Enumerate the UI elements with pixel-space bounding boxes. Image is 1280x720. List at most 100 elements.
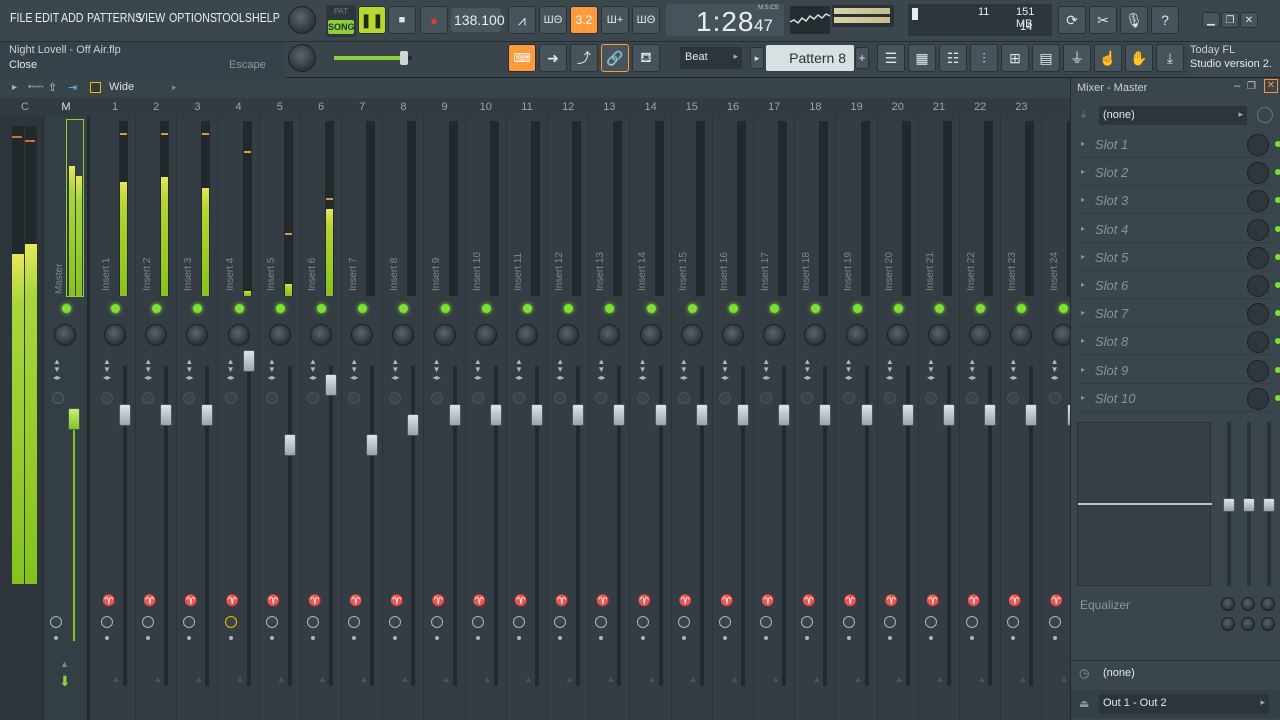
- input-selector[interactable]: ⏚ (none) ▸: [1075, 104, 1275, 128]
- view-mode-icon[interactable]: ⇥: [68, 81, 77, 94]
- insert-route-indicator-icon[interactable]: ♈: [885, 594, 899, 607]
- link-button[interactable]: 🔗: [601, 44, 629, 72]
- slot-enable-led[interactable]: [1275, 338, 1280, 345]
- insert-send-knob[interactable]: [183, 616, 196, 628]
- master-stereo-icon[interactable]: ◂▸: [52, 374, 62, 382]
- insert-route-up-icon[interactable]: ▲: [400, 674, 409, 684]
- insert-send-knob[interactable]: [883, 616, 896, 628]
- insert-strip[interactable]: Insert 5 ▲ ▼ ◂▸ ♈ ▲: [260, 116, 301, 720]
- pat-song-switch[interactable]: PAT SONG: [326, 5, 356, 37]
- tuner-button[interactable]: ⛾: [632, 44, 660, 72]
- insert-enable-led[interactable]: [152, 304, 162, 313]
- insert-volume-fader[interactable]: [943, 404, 955, 426]
- insert-route-up-icon[interactable]: ▲: [977, 674, 986, 684]
- insert-route-up-icon[interactable]: ▲: [1018, 674, 1027, 684]
- slot-enable-led[interactable]: [1275, 141, 1280, 147]
- insert-route-indicator-icon[interactable]: ♈: [1008, 594, 1022, 607]
- insert-stereo-icon[interactable]: ◂▸: [514, 374, 524, 382]
- insert-swap-icon[interactable]: ▲ ▼: [102, 358, 112, 374]
- insert-strip[interactable]: Insert 16 ▲ ▼ ◂▸ ♈ ▲: [713, 116, 754, 720]
- insert-stereo-knob[interactable]: [101, 392, 113, 404]
- insert-send-knob[interactable]: [677, 616, 690, 628]
- insert-volume-fader[interactable]: [201, 404, 214, 426]
- insert-enable-led[interactable]: [523, 304, 532, 313]
- insert-send-knob[interactable]: [1007, 616, 1020, 628]
- insert-route-indicator-icon[interactable]: ♈: [102, 594, 116, 607]
- news-panel[interactable]: Today FL Studio version 2.: [1188, 42, 1280, 76]
- maximize-button[interactable]: ❐: [1221, 12, 1239, 28]
- output-selector[interactable]: ⏏ Out 1 - Out 2 ▸: [1071, 690, 1280, 718]
- insert-pan-knob[interactable]: [351, 324, 374, 346]
- insert-strip[interactable]: Insert 20 ▲ ▼ ◂▸ ♈ ▲: [878, 116, 919, 720]
- insert-route-up-icon[interactable]: ▲: [895, 674, 904, 684]
- insert-volume-fader[interactable]: [531, 404, 543, 426]
- insert-swap-icon[interactable]: ▲ ▼: [596, 358, 606, 374]
- snap-selector[interactable]: Beat ▸: [680, 47, 742, 69]
- tempo-display[interactable]: 138.100: [451, 8, 505, 32]
- insert-stereo-icon[interactable]: ◂▸: [720, 374, 730, 382]
- eq-knob-1[interactable]: [1221, 597, 1235, 611]
- slot-mix-knob[interactable]: [1247, 275, 1269, 297]
- insert-swap-icon[interactable]: ▲ ▼: [473, 358, 483, 374]
- insert-stereo-knob[interactable]: [883, 392, 896, 404]
- insert-strip[interactable]: Insert 19 ▲ ▼ ◂▸ ♈ ▲: [837, 116, 878, 720]
- insert-send-knob[interactable]: [554, 616, 567, 628]
- insert-volume-fader[interactable]: [325, 374, 337, 396]
- insert-stereo-icon[interactable]: ◂▸: [184, 374, 194, 382]
- fx-slot[interactable]: ▸ Slot 4: [1077, 217, 1280, 243]
- insert-route-up-icon[interactable]: ▲: [1060, 674, 1069, 684]
- slot-mix-knob[interactable]: [1247, 246, 1269, 269]
- insert-pan-knob[interactable]: [1010, 324, 1033, 346]
- playlist-button[interactable]: ☰: [877, 44, 905, 72]
- insert-pan-knob[interactable]: [433, 324, 456, 346]
- insert-strip[interactable]: Insert 1 ▲ ▼ ◂▸ ♈ ▲: [95, 116, 136, 720]
- insert-strip[interactable]: Insert 17 ▲ ▼ ◂▸ ♈ ▲: [754, 116, 796, 720]
- insert-swap-icon[interactable]: ▲ ▼: [184, 358, 194, 374]
- master-strip[interactable]: Master ▲ ▼ ◂▸ ▲ ⬇: [46, 116, 90, 720]
- insert-volume-fader[interactable]: [572, 404, 585, 426]
- insert-volume-fader[interactable]: [613, 404, 626, 426]
- insert-swap-icon[interactable]: ▲ ▼: [267, 358, 277, 374]
- tempo-tapper-button[interactable]: ☝: [1094, 44, 1122, 72]
- insert-send-knob[interactable]: [966, 616, 979, 628]
- slot-expand-icon[interactable]: ▸: [1081, 252, 1085, 261]
- fx-slot[interactable]: ▸ Slot 1: [1077, 132, 1280, 158]
- fly-icon[interactable]: ⬳: [28, 81, 44, 94]
- insert-swap-icon[interactable]: ▲ ▼: [844, 358, 854, 374]
- insert-strip[interactable]: Insert 7 ▲ ▼ ◂▸ ♈ ▲: [342, 116, 384, 720]
- undo-history-button[interactable]: ⟳: [1058, 6, 1086, 34]
- insert-strip[interactable]: Insert 3 ▲ ▼ ◂▸ ♈ ▲: [177, 116, 219, 720]
- insert-swap-icon[interactable]: ▲ ▼: [926, 358, 936, 374]
- insert-swap-icon[interactable]: ▲ ▼: [432, 358, 442, 374]
- main-volume-slider[interactable]: [334, 51, 412, 65]
- insert-stereo-icon[interactable]: ◂▸: [844, 374, 854, 382]
- insert-route-indicator-icon[interactable]: ♈: [720, 594, 734, 607]
- menu-edit[interactable]: EDIT: [35, 10, 59, 25]
- insert-route-up-icon[interactable]: ▲: [236, 674, 245, 684]
- insert-volume-fader[interactable]: [283, 434, 296, 456]
- insert-stereo-knob[interactable]: [307, 392, 319, 404]
- layout-label[interactable]: Wide: [109, 81, 134, 93]
- insert-stereo-knob[interactable]: [348, 392, 361, 404]
- insert-stereo-knob[interactable]: [842, 392, 855, 404]
- channel-rack-button[interactable]: ☷: [939, 44, 967, 72]
- insert-send-knob[interactable]: [471, 616, 484, 628]
- fx-slot[interactable]: ▸ Slot 9: [1077, 358, 1280, 384]
- plugin-picker-button[interactable]: ⏚: [1063, 44, 1091, 72]
- insert-route-up-icon[interactable]: ▲: [483, 674, 492, 684]
- insert-stereo-knob[interactable]: [554, 392, 567, 404]
- browser-button[interactable]: ⊞: [1001, 44, 1029, 72]
- insert-stereo-icon[interactable]: ◂▸: [432, 374, 442, 382]
- eq-knob-3[interactable]: [1261, 597, 1275, 611]
- close-window-button[interactable]: ✕: [1240, 12, 1258, 28]
- menu-options[interactable]: OPTIONS: [169, 10, 217, 25]
- insert-send-knob[interactable]: [307, 616, 319, 628]
- eq-knob-6[interactable]: [1261, 617, 1275, 631]
- insert-route-indicator-icon[interactable]: ♈: [267, 594, 281, 607]
- insert-swap-icon[interactable]: ▲ ▼: [638, 358, 648, 374]
- insert-stereo-knob[interactable]: [801, 392, 814, 404]
- menu-view[interactable]: VIEW: [138, 10, 165, 25]
- typing-keyboard-button[interactable]: ⌨: [508, 44, 536, 72]
- insert-stereo-icon[interactable]: ◂▸: [926, 374, 936, 382]
- insert-route-indicator-icon[interactable]: ♈: [143, 594, 157, 607]
